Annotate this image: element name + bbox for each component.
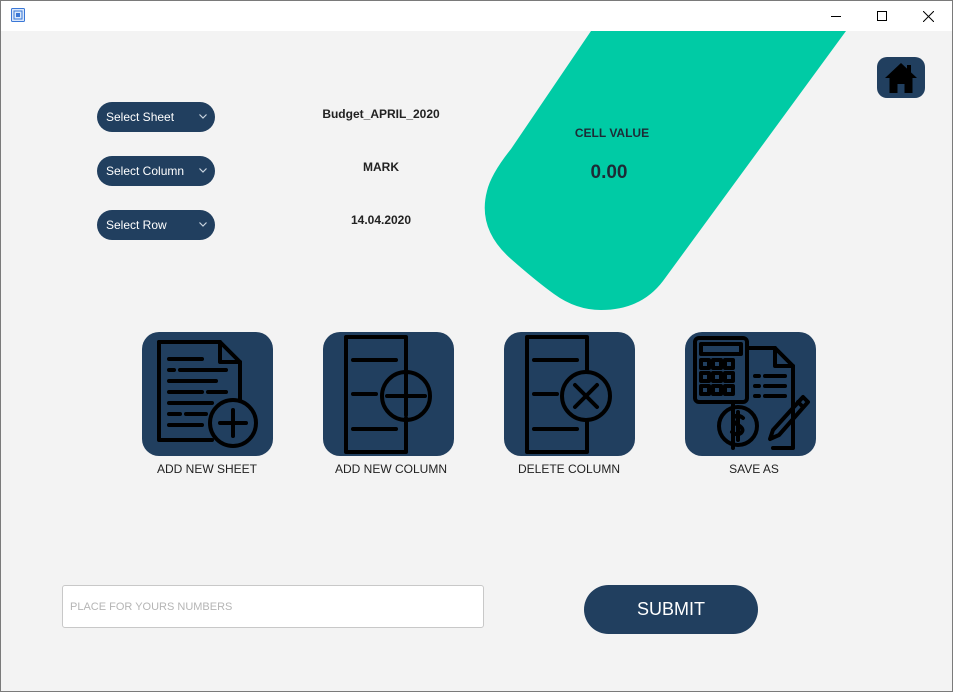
title-bar [1, 1, 952, 31]
selected-column-value: MARK [363, 160, 399, 174]
maximize-icon [877, 11, 887, 21]
maximize-button[interactable] [859, 1, 905, 31]
cell-value: 0.00 [590, 162, 628, 183]
add-new-column-label: ADD NEW COLUMN [334, 462, 447, 476]
numbers-input[interactable] [62, 585, 484, 628]
selected-row-value: 14.04.2020 [350, 213, 412, 227]
document-add-icon [157, 340, 258, 448]
home-icon [885, 62, 917, 93]
minimize-icon [831, 16, 841, 17]
column-add-icon [344, 335, 432, 454]
close-icon [922, 10, 934, 22]
close-button[interactable] [905, 1, 951, 31]
select-row-label: Select Row [106, 218, 167, 232]
select-row-dropdown[interactable]: Select Row [97, 210, 215, 240]
select-sheet-dropdown[interactable]: Select Sheet [97, 102, 215, 132]
cell-value-title: CELL VALUE [574, 126, 650, 140]
delete-column-label: DELETE COLUMN [517, 462, 621, 476]
submit-button[interactable]: SUBMIT [584, 585, 758, 634]
column-delete-icon [525, 335, 612, 454]
calculator-invoice-icon [693, 336, 810, 450]
select-sheet-label: Select Sheet [106, 110, 175, 124]
chevron-down-icon [199, 222, 207, 227]
add-new-sheet-button[interactable] [142, 332, 273, 456]
selected-sheet-value: Budget_APRIL_2020 [322, 107, 440, 121]
chevron-down-icon [199, 168, 207, 173]
app-window-icon [10, 7, 26, 23]
minimize-button[interactable] [813, 1, 859, 31]
save-as-button[interactable] [685, 332, 816, 456]
save-as-label: SAVE AS [729, 462, 779, 476]
select-column-label: Select Column [106, 164, 185, 178]
select-column-dropdown[interactable]: Select Column [97, 156, 215, 186]
delete-column-button[interactable] [504, 332, 635, 456]
main-content: Select Sheet Select Column Select Row Bu… [1, 31, 952, 691]
chevron-down-icon [199, 114, 207, 119]
home-button[interactable] [877, 57, 925, 98]
add-new-column-button[interactable] [323, 332, 454, 456]
app-window: Select Sheet Select Column Select Row Bu… [0, 0, 953, 692]
add-new-sheet-label: ADD NEW SHEET [156, 462, 257, 476]
